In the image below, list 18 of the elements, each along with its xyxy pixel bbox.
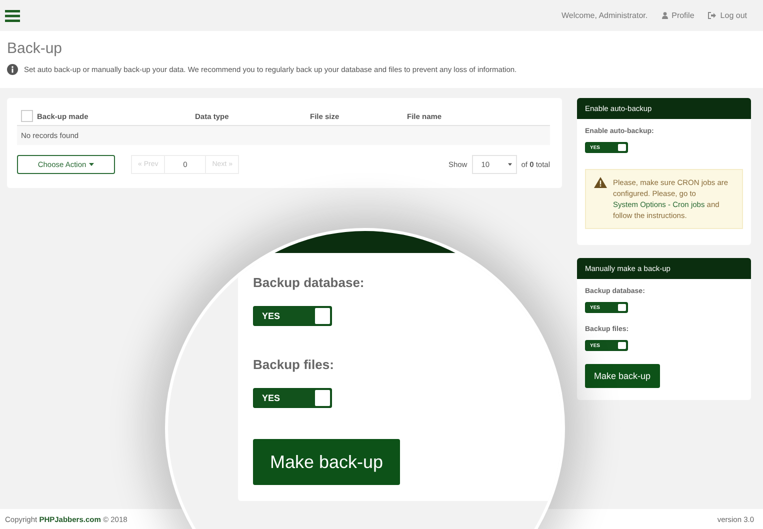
sign-out-icon (708, 12, 716, 19)
caret-icon (89, 163, 94, 166)
make-backup-button[interactable]: Make back-up (253, 439, 400, 485)
profile-link[interactable]: Profile (662, 11, 694, 20)
toggle-switch[interactable]: YES (253, 388, 332, 408)
warning-icon (594, 177, 607, 188)
user-icon (662, 12, 668, 19)
toggle-switch[interactable]: YES (253, 306, 332, 326)
page-title: Back-up (7, 40, 64, 57)
caret-icon (508, 163, 512, 166)
logout-link[interactable]: Log out (708, 11, 747, 20)
make-backup-button[interactable]: Make back-up (585, 364, 660, 388)
menu-icon[interactable] (5, 10, 20, 22)
select-all-checkbox[interactable] (21, 110, 33, 122)
welcome-text: Welcome, Administrator. (562, 11, 648, 20)
info-icon (7, 64, 18, 75)
field-label: Backup files: (253, 357, 334, 372)
field-label: Backup database: (253, 275, 364, 290)
